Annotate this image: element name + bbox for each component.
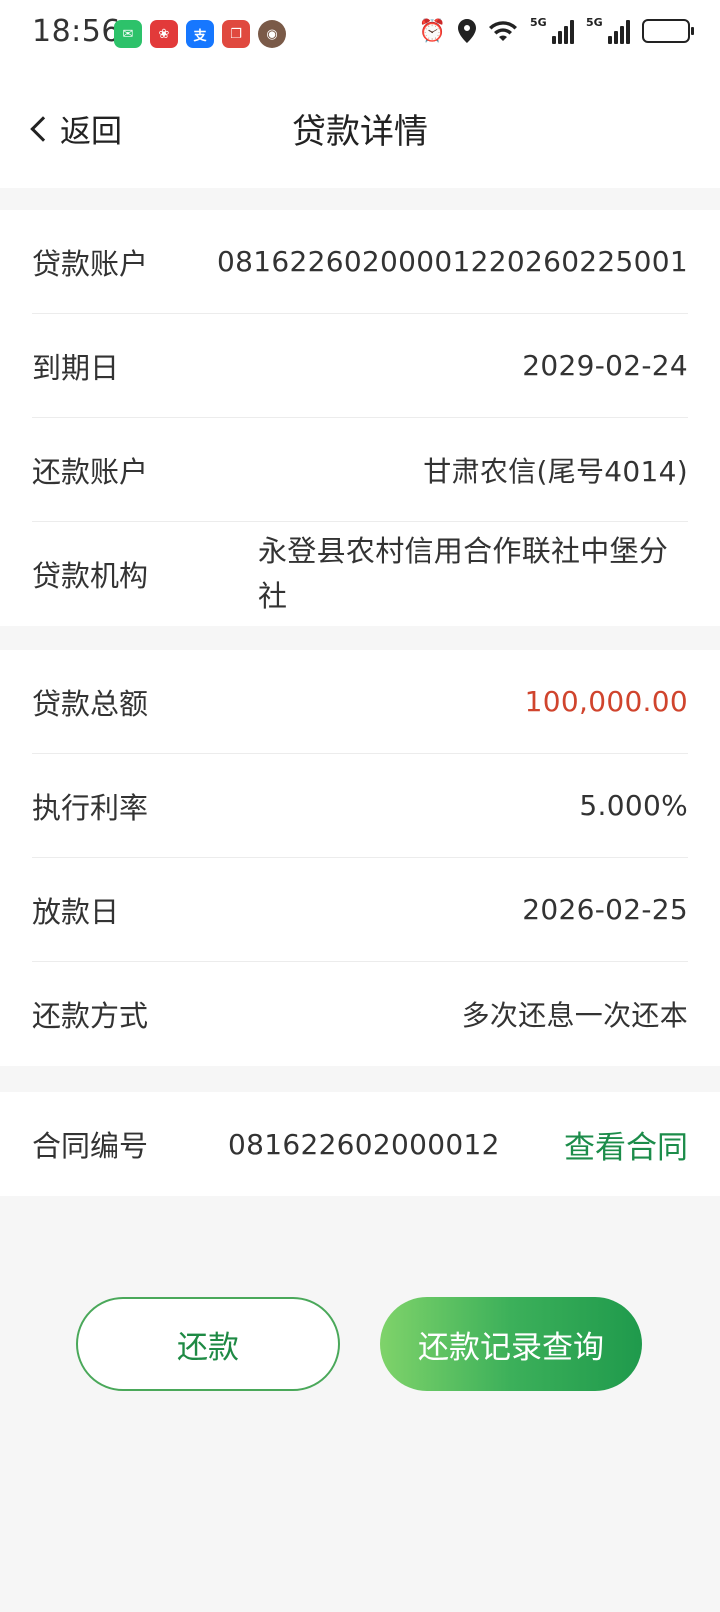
avatar-app-icon: ◉ [258, 20, 286, 48]
alipay-icon: 支 [186, 20, 214, 48]
status-bar: 18:56 ✉ ❀ 支 ❐ ◉ ⏰ 5G 5G [0, 0, 720, 70]
book-app-icon: ❐ [222, 20, 250, 48]
repay-account-row: 还款账户 甘肃农信(尾号4014) [32, 418, 688, 522]
interest-rate-value: 5.000% [579, 789, 688, 822]
wifi-icon [488, 19, 518, 43]
disbursement-date-value: 2026-02-25 [522, 893, 688, 926]
row-label: 到期日 [32, 350, 120, 385]
loan-institution-row: 贷款机构 永登县农村信用合作联社中堡分社 [32, 522, 688, 626]
loan-account-value: 08162260200001220260225001 [217, 245, 688, 278]
row-label: 合同编号 [32, 1129, 149, 1163]
wechat-icon: ✉ [114, 20, 142, 48]
row-label: 放款日 [32, 894, 120, 929]
alarm-icon: ⏰ [418, 18, 446, 44]
row-label: 贷款账户 [32, 246, 149, 281]
row-label: 还款账户 [32, 454, 149, 489]
contract-section: 合同编号 081622602000012 查看合同 [0, 1092, 720, 1196]
repay-record-button[interactable]: 还款记录查询 [380, 1297, 642, 1391]
row-label: 贷款总额 [32, 686, 149, 721]
repay-method-row: 还款方式 多次还息一次还本 [32, 962, 688, 1066]
repay-account-value: 甘肃农信(尾号4014) [423, 454, 688, 488]
nav-bar: 返回 贷款详情 [0, 70, 720, 188]
status-time: 18:56 [32, 14, 121, 49]
battery-icon [642, 19, 694, 43]
due-date-row: 到期日 2029-02-24 [32, 314, 688, 418]
app-red-icon: ❀ [150, 20, 178, 48]
row-label: 执行利率 [32, 790, 149, 825]
view-contract-link[interactable]: 查看合同 [564, 1122, 688, 1167]
system-icons: ⏰ 5G 5G [418, 16, 694, 44]
disbursement-date-row: 放款日 2026-02-25 [32, 858, 688, 962]
contract-number: 081622602000012 [228, 1127, 500, 1161]
loan-info-section: 贷款账户 08162260200001220260225001 到期日 2029… [0, 210, 720, 626]
page-title: 贷款详情 [292, 112, 428, 152]
notification-icons: ✉ ❀ 支 ❐ ◉ [114, 20, 286, 48]
interest-rate-row: 执行利率 5.000% [32, 754, 688, 858]
signal-2-icon: 5G [586, 16, 630, 44]
location-icon [458, 19, 476, 43]
row-label: 还款方式 [32, 999, 149, 1033]
repay-button[interactable]: 还款 [76, 1297, 340, 1391]
loan-institution-value: 永登县农村信用合作联社中堡分社 [258, 534, 669, 613]
due-date-value: 2029-02-24 [522, 349, 688, 382]
repay-method-value: 多次还息一次还本 [461, 999, 688, 1032]
contract-row: 合同编号 081622602000012 查看合同 [32, 1092, 688, 1196]
loan-account-row: 贷款账户 08162260200001220260225001 [32, 210, 688, 314]
row-label: 贷款机构 [32, 559, 149, 593]
loan-terms-section: 贷款总额 100,000.00 执行利率 5.000% 放款日 2026-02-… [0, 650, 720, 1066]
signal-1-icon: 5G [530, 16, 574, 44]
loan-total-value: 100,000.00 [524, 685, 688, 718]
loan-total-row: 贷款总额 100,000.00 [32, 650, 688, 754]
